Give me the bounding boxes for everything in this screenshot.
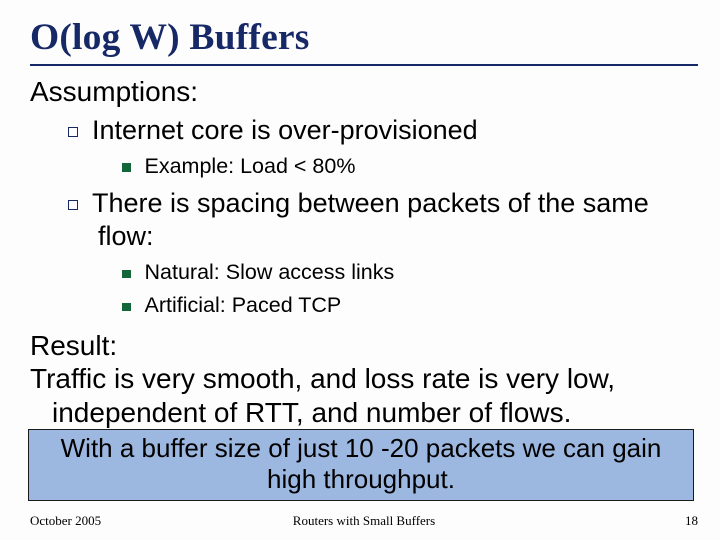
square-bullet-small-icon (122, 163, 131, 172)
bullet-level1: Internet core is over-provisioned (30, 114, 698, 148)
heading-result: Result: (30, 330, 698, 362)
bullet-text: Natural: Slow access links (145, 260, 395, 284)
bullet-level1: There is spacing between packets of the … (30, 187, 698, 255)
heading-assumptions: Assumptions: (30, 76, 698, 108)
bullet-text: Artificial: Paced TCP (145, 293, 342, 317)
footer-title: Routers with Small Buffers (30, 513, 698, 529)
square-bullet-icon (68, 200, 78, 210)
square-bullet-icon (68, 127, 78, 137)
bullet-text: There is spacing between packets of the … (92, 188, 649, 252)
bullet-text: Internet core is over-provisioned (92, 115, 478, 145)
slide: O(log W) Buffers Assumptions: Internet c… (0, 0, 720, 540)
bullet-text: Example: Load < 80% (145, 154, 356, 178)
result-text: Traffic is very smooth, and loss rate is… (30, 362, 698, 430)
bullet-level2: Example: Load < 80% (30, 153, 698, 181)
square-bullet-small-icon (122, 303, 131, 312)
bullet-level2: Artificial: Paced TCP (30, 292, 698, 320)
slide-number: 18 (685, 513, 698, 529)
callout-box: With a buffer size of just 10 -20 packet… (28, 429, 694, 501)
slide-title: O(log W) Buffers (30, 14, 698, 66)
bullet-level2: Natural: Slow access links (30, 259, 698, 287)
square-bullet-small-icon (122, 270, 131, 279)
